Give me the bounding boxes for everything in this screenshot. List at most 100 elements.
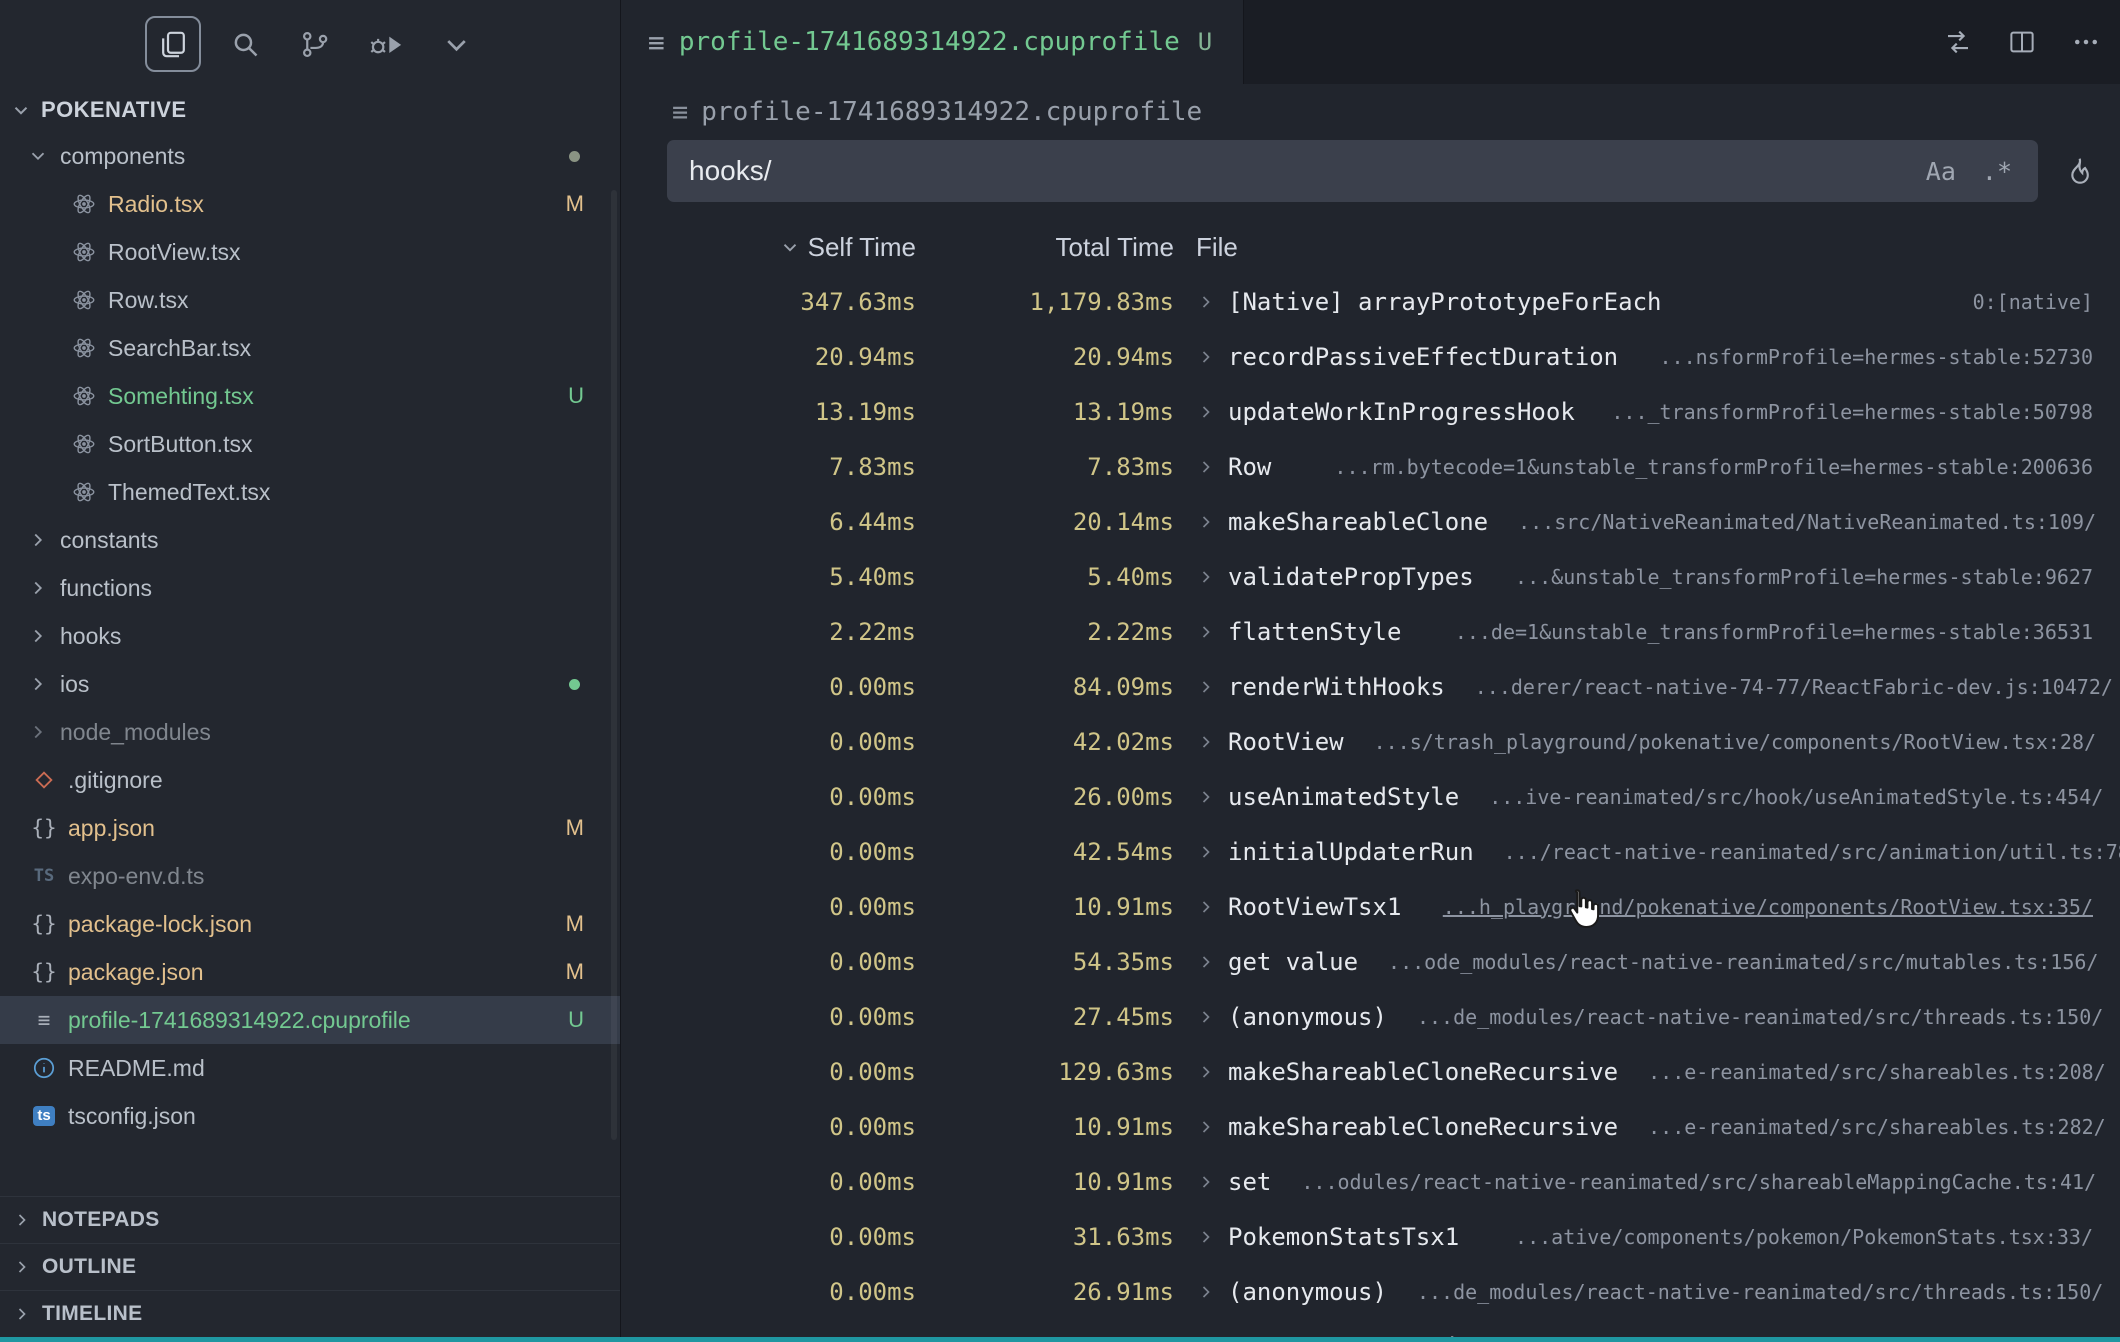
profile-table-row[interactable]: 0.00ms54.35msget value...ode_modules/rea… [622, 934, 2120, 989]
profile-table-row[interactable]: 0.00ms84.09msrenderWithHooks...derer/rea… [622, 659, 2120, 714]
explorer-item[interactable]: components [0, 132, 620, 180]
compare-changes-icon[interactable] [1940, 24, 1976, 60]
source-control-icon[interactable] [287, 16, 343, 72]
explorer-item[interactable]: Somehting.tsxU [0, 372, 620, 420]
expand-chevron-icon[interactable] [1196, 1062, 1216, 1082]
file-location-link[interactable]: ...ive-reanimated/src/hook/useAnimatedSt… [1459, 785, 2103, 809]
profile-table-row[interactable]: 7.83ms7.83msRow...rm.bytecode=1&unstable… [622, 439, 2120, 494]
profile-table-row[interactable]: 0.00ms10.91msmakeShareableCloneRecursive… [622, 1099, 2120, 1154]
file-location-link[interactable]: ...e-reanimated/src/shareables.ts:282/ [1618, 1115, 2106, 1139]
explorer-item[interactable]: {}package.jsonM [0, 948, 620, 996]
explorer-item[interactable]: .gitignore [0, 756, 620, 804]
file-location-link[interactable]: ...ative/components/pokemon/PokemonStats… [1485, 1225, 2093, 1249]
file-location-link[interactable]: ...&unstable_transformProfile=hermes-sta… [1485, 565, 2093, 589]
profile-table-row[interactable]: 0.00ms26.00msuseAnimatedStyle...ive-rean… [622, 769, 2120, 824]
profile-table-row[interactable]: 0.00ms42.02msRootView...s/trash_playgrou… [622, 714, 2120, 769]
profile-table-row[interactable]: 0.00ms129.63msmakeShareableCloneRecursiv… [622, 1044, 2120, 1099]
explorer-item[interactable]: constants [0, 516, 620, 564]
profile-table-row[interactable]: 0.00ms42.54msinitialUpdaterRun.../react-… [622, 824, 2120, 879]
chevron-down-icon[interactable] [428, 16, 484, 72]
file-location-link[interactable]: ...de_modules/react-native-reanimated/sr… [1387, 1005, 2103, 1029]
file-location-link[interactable]: ...nsformProfile=hermes-stable:52730 [1630, 345, 2093, 369]
sidebar-scrollbar[interactable] [611, 190, 617, 1140]
file-location-link[interactable]: ...rm.bytecode=1&unstable_transformProfi… [1304, 455, 2093, 479]
file-location-link[interactable]: ...derer/react-native-74-77/ReactFabric-… [1445, 675, 2113, 699]
expand-chevron-icon[interactable] [1196, 1282, 1216, 1302]
explorer-item[interactable]: Row.tsx [0, 276, 620, 324]
expand-chevron-icon[interactable] [1196, 952, 1216, 972]
file-location-link[interactable]: ...s/trash_playground/pokenative/compone… [1344, 730, 2096, 754]
regex-toggle[interactable]: .* [1982, 157, 2012, 186]
explorer-item[interactable]: ≡profile-1741689314922.cpuprofileU [0, 996, 620, 1044]
explorer-item[interactable]: functions [0, 564, 620, 612]
file-location-link[interactable]: 0:[native] [1943, 290, 2093, 314]
profile-table-row[interactable]: 13.19ms13.19msupdateWorkInProgressHook..… [622, 384, 2120, 439]
explorer-item[interactable]: TSexpo-env.d.ts [0, 852, 620, 900]
expand-chevron-icon[interactable] [1196, 347, 1216, 367]
file-location-link[interactable]: ...h_playground/pokenative/components/Ro… [1413, 895, 2093, 919]
expand-chevron-icon[interactable] [1196, 457, 1216, 477]
profile-table-row[interactable]: 0.00ms31.63msPokemonStatsTsx1...ative/co… [622, 1209, 2120, 1264]
file-location-link[interactable]: ...odules/react-native-reanimated/src/sh… [1271, 1170, 2096, 1194]
explorer-item[interactable]: tstsconfig.json [0, 1092, 620, 1140]
explorer-item[interactable]: SortButton.tsx [0, 420, 620, 468]
match-case-toggle[interactable]: Aa [1926, 157, 1956, 186]
expand-chevron-icon[interactable] [1196, 1117, 1216, 1137]
profile-table-row[interactable]: 0.00ms10.91msRootViewTsx1...h_playground… [622, 879, 2120, 934]
explorer-item[interactable]: {}package-lock.jsonM [0, 900, 620, 948]
breadcrumb[interactable]: ≡ profile-1741689314922.cpuprofile [622, 84, 2120, 140]
sidebar-section-outline[interactable]: OUTLINE [0, 1243, 620, 1290]
explorer-item[interactable]: SearchBar.tsx [0, 324, 620, 372]
filter-input[interactable] [667, 155, 1926, 187]
file-location-link[interactable]: ..._transformProfile=hermes-stable:50798 [1581, 400, 2093, 424]
expand-chevron-icon[interactable] [1196, 1172, 1216, 1192]
self-time-header[interactable]: Self Time [622, 232, 916, 263]
explorer-item[interactable]: Radio.tsxM [0, 180, 620, 228]
expand-chevron-icon[interactable] [1196, 897, 1216, 917]
expand-chevron-icon[interactable] [1196, 1227, 1216, 1247]
run-debug-icon[interactable] [357, 16, 413, 72]
sidebar-section-notepads[interactable]: NOTEPADS [0, 1196, 620, 1243]
file-header[interactable]: File [1174, 232, 2120, 263]
profile-table-row[interactable]: 2.22ms2.22msflattenStyle...de=1&unstable… [622, 604, 2120, 659]
explorer-item[interactable]: README.md [0, 1044, 620, 1092]
profile-table-row[interactable]: 347.63ms1,179.83ms[Native] arrayPrototyp… [622, 274, 2120, 329]
more-actions-icon[interactable] [2068, 24, 2104, 60]
explorer-item[interactable]: node_modules [0, 708, 620, 756]
profile-table-row[interactable]: 20.94ms20.94msrecordPassiveEffectDuratio… [622, 329, 2120, 384]
explorer-icon[interactable] [145, 16, 201, 72]
file-location-link[interactable]: .../react-native-reanimated/src/animatio… [1474, 840, 2120, 864]
total-time-header[interactable]: Total Time [916, 232, 1174, 263]
profile-table-row[interactable]: 0.00ms26.91msexecuteOnUIRuntimeSync...ed… [622, 1319, 2120, 1337]
profile-table-row[interactable]: 6.44ms20.14msmakeShareableClone...src/Na… [622, 494, 2120, 549]
flame-graph-icon[interactable] [2050, 147, 2108, 195]
explorer-item[interactable]: hooks [0, 612, 620, 660]
profile-table-row[interactable]: 0.00ms27.45ms(anonymous)...de_modules/re… [622, 989, 2120, 1044]
expand-chevron-icon[interactable] [1196, 512, 1216, 532]
file-location-link[interactable]: ...e-reanimated/src/shareables.ts:208/ [1618, 1060, 2106, 1084]
explorer-item[interactable]: ios [0, 660, 620, 708]
expand-chevron-icon[interactable] [1196, 1007, 1216, 1027]
tab-cpuprofile[interactable]: ≡ profile-1741689314922.cpuprofile U [622, 0, 1244, 84]
explorer-item[interactable]: ThemedText.tsx [0, 468, 620, 516]
file-location-link[interactable]: ...ode_modules/react-native-reanimated/s… [1358, 950, 2098, 974]
expand-chevron-icon[interactable] [1196, 402, 1216, 422]
expand-chevron-icon[interactable] [1196, 677, 1216, 697]
sidebar-section-timeline[interactable]: TIMELINE [0, 1290, 620, 1337]
profile-table-row[interactable]: 0.00ms10.91msset...odules/react-native-r… [622, 1154, 2120, 1209]
split-editor-icon[interactable] [2004, 24, 2040, 60]
file-location-link[interactable]: ...de_modules/react-native-reanimated/sr… [1387, 1280, 2103, 1304]
expand-chevron-icon[interactable] [1196, 567, 1216, 587]
expand-chevron-icon[interactable] [1196, 622, 1216, 642]
explorer-item[interactable]: RootView.tsx [0, 228, 620, 276]
profile-table-row[interactable]: 0.00ms26.91ms(anonymous)...de_modules/re… [622, 1264, 2120, 1319]
expand-chevron-icon[interactable] [1196, 842, 1216, 862]
file-location-link[interactable]: ...de=1&unstable_transformProfile=hermes… [1425, 620, 2093, 644]
file-location-link[interactable]: ...src/NativeReanimated/NativeReanimated… [1488, 510, 2096, 534]
expand-chevron-icon[interactable] [1196, 732, 1216, 752]
profile-table-row[interactable]: 5.40ms5.40msvalidatePropTypes...&unstabl… [622, 549, 2120, 604]
expand-chevron-icon[interactable] [1196, 787, 1216, 807]
explorer-item[interactable]: {}app.jsonM [0, 804, 620, 852]
search-icon[interactable] [217, 16, 273, 72]
expand-chevron-icon[interactable] [1196, 292, 1216, 312]
